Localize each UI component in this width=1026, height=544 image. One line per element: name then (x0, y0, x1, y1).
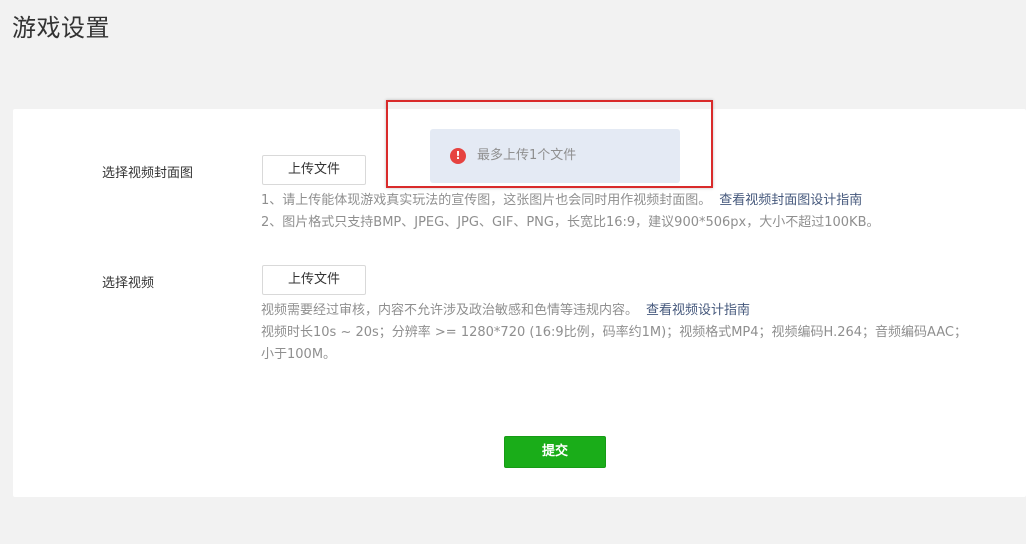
video-hint-line-2: 视频时长10s ~ 20s；分辨率 >= 1280*720 (16:9比例，码率… (261, 325, 968, 340)
video-label: 选择视频 (102, 276, 155, 291)
video-hint-line-3: 小于100M。 (261, 347, 337, 362)
video-upload-button[interactable]: 上传文件 (262, 265, 366, 295)
cover-hint-line-1: 1、请上传能体现游戏真实玩法的宣传图，这张图片也会同时用作视频封面图。 查看视频封… (261, 190, 862, 212)
highlight-annotation-box (386, 100, 713, 188)
cover-hint-line-2: 2、图片格式只支持BMP、JPEG、JPG、GIF、PNG，长宽比16:9，建议… (261, 215, 880, 230)
page-title: 游戏设置 (12, 14, 110, 42)
video-hint-line-1: 视频需要经过审核，内容不允许涉及政治敏感和色情等违规内容。 查看视频设计指南 (261, 300, 750, 322)
video-hint-text-1: 视频需要经过审核，内容不允许涉及政治敏感和色情等违规内容。 (261, 303, 639, 318)
cover-hint-text-1: 1、请上传能体现游戏真实玩法的宣传图，这张图片也会同时用作视频封面图。 (261, 193, 712, 208)
submit-button[interactable]: 提交 (504, 436, 606, 468)
cover-upload-button[interactable]: 上传文件 (262, 155, 366, 185)
cover-image-label: 选择视频封面图 (102, 166, 194, 181)
video-design-guide-link[interactable]: 查看视频设计指南 (646, 303, 750, 318)
cover-design-guide-link[interactable]: 查看视频封面图设计指南 (719, 193, 862, 208)
